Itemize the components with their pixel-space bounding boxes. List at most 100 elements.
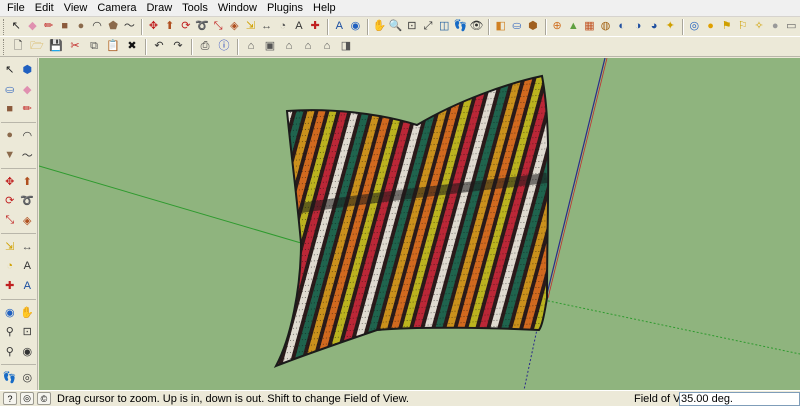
components-icon[interactable]: ⬢ [525,18,540,36]
zoom-tool-icon[interactable]: ⚲ [2,323,18,340]
scale-tool-icon[interactable]: ⤡ [2,212,18,229]
offset-icon[interactable]: ◈ [227,18,242,36]
measurements-input[interactable]: 35.00 deg. [679,392,800,406]
follow-me-tool-icon[interactable]: ➰ [20,192,36,209]
protractor-tool-icon[interactable]: ◔ [2,258,18,275]
window-icon[interactable]: ▭ [784,18,799,36]
line-tool-icon[interactable]: ✏ [20,100,36,117]
tape-tool-icon[interactable]: ⇲ [2,238,18,255]
left-view-icon[interactable]: ◨ [337,38,355,56]
tape-measure-icon[interactable]: ⇲ [243,18,258,36]
arc-icon[interactable]: ◠ [89,18,104,36]
add-location-icon[interactable]: ⊕ [550,18,565,36]
arc-tool-icon[interactable]: ◠ [20,127,36,144]
look-around-tool-icon[interactable]: ◉ [20,343,36,360]
fog-icon[interactable]: ⚐ [735,18,750,36]
polygon-icon[interactable]: ⬟ [106,18,121,36]
help-question-icon[interactable]: ? [3,392,17,405]
position-camera-tool-icon[interactable]: ⚲ [2,343,18,360]
text-icon[interactable]: A [291,18,306,36]
scale-icon[interactable]: ⤡ [211,18,226,36]
offset-tool-icon[interactable]: ◈ [20,212,36,229]
rectangle-tool-icon[interactable]: ■ [2,100,18,117]
eraser-tool-icon[interactable]: ◆ [20,81,36,98]
orbit-tool-icon[interactable]: ◉ [2,304,18,321]
look-around-icon[interactable]: 👁 [469,18,484,36]
pencil-line-icon[interactable]: ✏ [41,18,56,36]
styles-icon[interactable]: ◎ [687,18,702,36]
3d-text-tool-icon[interactable]: A [20,277,36,294]
right-view-icon[interactable]: ⌂ [299,38,317,56]
section-plane-tool-icon[interactable]: ◎ [20,369,36,386]
extension-warehouse-icon[interactable]: ✦ [663,18,678,36]
photo-textures-icon[interactable]: ▦ [582,18,597,36]
paste-icon[interactable]: 📋 [104,38,122,56]
make-component-icon[interactable]: ⬢ [20,61,36,78]
top-view-icon[interactable]: ▣ [261,38,279,56]
select-tool-icon[interactable]: ↖ [2,61,18,78]
menu-camera[interactable]: Camera [92,2,141,14]
menu-edit[interactable]: Edit [30,2,59,14]
dimension-icon[interactable]: ↔ [259,18,274,36]
copy-icon[interactable]: ⧉ [85,38,103,56]
dimension-tool-icon[interactable]: ↔ [20,238,36,255]
send-to-layout-icon[interactable]: ◕ [646,18,661,36]
rotate-tool-icon[interactable]: ⟳ [2,192,18,209]
menu-file[interactable]: File [2,2,30,14]
rectangle-icon[interactable]: ■ [57,18,72,36]
menu-view[interactable]: View [59,2,93,14]
front-view-icon[interactable]: ⌂ [280,38,298,56]
section-plane-icon[interactable]: ◧ [493,18,508,36]
patterned-pillow-model[interactable] [199,58,659,388]
toggle-terrain-icon[interactable]: ▲ [566,18,581,36]
push-pull-tool-icon[interactable]: ⬆ [20,173,36,190]
flag-icon[interactable]: ⚑ [719,18,734,36]
paint-tool-icon[interactable]: ⛀ [2,81,18,98]
menu-draw[interactable]: Draw [141,2,177,14]
shadows-icon[interactable]: ● [703,18,718,36]
delete-icon[interactable]: ✖ [123,38,141,56]
redo-icon[interactable]: ↷ [169,38,187,56]
eraser-icon[interactable]: ◆ [25,18,40,36]
axes-tool-icon[interactable]: ✚ [2,277,18,294]
text-tool-icon[interactable]: A [20,258,36,275]
paint-bucket-icon[interactable]: ⛀ [509,18,524,36]
save-icon[interactable]: 💾 [47,38,65,56]
position-camera-icon[interactable]: ◫ [437,18,452,36]
credits-icon[interactable]: © [37,392,51,405]
undo-icon[interactable]: ↶ [150,38,168,56]
circle-tool-icon[interactable]: ● [2,127,18,144]
zoom-window-icon[interactable]: ⊡ [404,18,419,36]
sphere-icon[interactable]: ● [768,18,783,36]
walk-tool-icon[interactable]: 👣 [2,369,18,386]
push-pull-icon[interactable]: ⬆ [162,18,177,36]
new-file-icon[interactable]: 🗋 [9,38,27,56]
zoom-window-tool-icon[interactable]: ⊡ [20,323,36,340]
menu-window[interactable]: Window [213,2,262,14]
freehand-tool-icon[interactable]: 〜 [20,146,36,163]
pan-icon[interactable]: ✋ [372,18,387,36]
zoom-extents-icon[interactable]: ⤢ [420,18,435,36]
protractor-icon[interactable]: ◔ [275,18,290,36]
freehand-icon[interactable]: 〜 [122,18,137,36]
get-models-icon[interactable]: ◍ [598,18,613,36]
menu-plugins[interactable]: Plugins [262,2,308,14]
move-icon[interactable]: ✥ [146,18,161,36]
cut-icon[interactable]: ✂ [66,38,84,56]
zoom-icon[interactable]: 🔍 [388,18,403,36]
circle-icon[interactable]: ● [73,18,88,36]
menu-help[interactable]: Help [308,2,341,14]
select-arrow-icon[interactable]: ↖ [9,18,24,36]
print-icon[interactable]: ⎙ [196,38,214,56]
follow-me-icon[interactable]: ➰ [194,18,209,36]
toolbar-grip[interactable] [3,38,6,55]
scene-canvas[interactable] [39,58,800,390]
model-info-icon[interactable]: ⓘ [215,38,233,56]
share-model-icon[interactable]: ◐ [614,18,629,36]
axes-icon[interactable]: ✚ [308,18,323,36]
back-view-icon[interactable]: ⌂ [318,38,336,56]
3d-text-icon[interactable]: A [332,18,347,36]
menu-tools[interactable]: Tools [177,2,213,14]
walk-icon[interactable]: 👣 [453,18,468,36]
rotate-icon[interactable]: ⟳ [178,18,193,36]
